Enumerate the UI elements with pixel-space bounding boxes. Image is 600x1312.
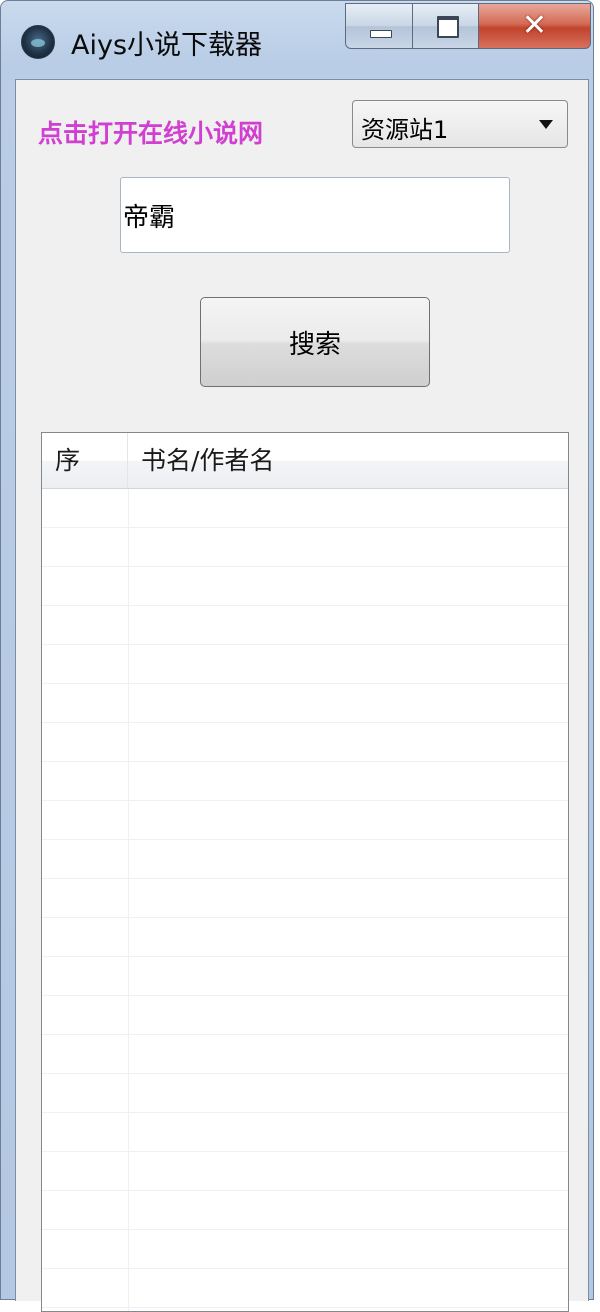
column-header-number[interactable]: 序 (42, 433, 128, 488)
window-title: Aiys小说下载器 (71, 30, 263, 61)
source-site-selected: 资源站1 (361, 116, 449, 144)
app-icon[interactable] (21, 25, 55, 59)
minimize-button[interactable] (345, 3, 413, 49)
close-icon: ✕ (521, 8, 548, 43)
client-area: 点击打开在线小说网 资源站1 搜索 序 书名/作者名 (15, 79, 589, 1312)
search-button[interactable]: 搜索 (200, 297, 430, 387)
search-input[interactable] (120, 177, 510, 253)
results-list-header: 序 书名/作者名 (42, 433, 568, 489)
column-header-title-author[interactable]: 书名/作者名 (129, 433, 568, 488)
results-list-body[interactable] (42, 489, 568, 1311)
open-online-novel-link[interactable]: 点击打开在线小说网 (38, 114, 263, 150)
window-controls: ✕ (345, 3, 591, 53)
app-window: Aiys小说下载器 ✕ 点击打开在线小说网 资源站1 搜索 序 书名/作者名 (0, 0, 595, 1312)
minimize-icon (370, 30, 392, 38)
close-button[interactable]: ✕ (479, 3, 591, 49)
results-list[interactable]: 序 书名/作者名 (41, 432, 569, 1312)
source-site-select[interactable]: 资源站1 (352, 100, 568, 148)
chevron-down-icon (539, 120, 553, 129)
title-bar[interactable]: Aiys小说下载器 ✕ (1, 1, 595, 79)
column-divider (128, 489, 129, 1311)
maximize-icon (437, 16, 459, 38)
maximize-button[interactable] (413, 3, 479, 49)
